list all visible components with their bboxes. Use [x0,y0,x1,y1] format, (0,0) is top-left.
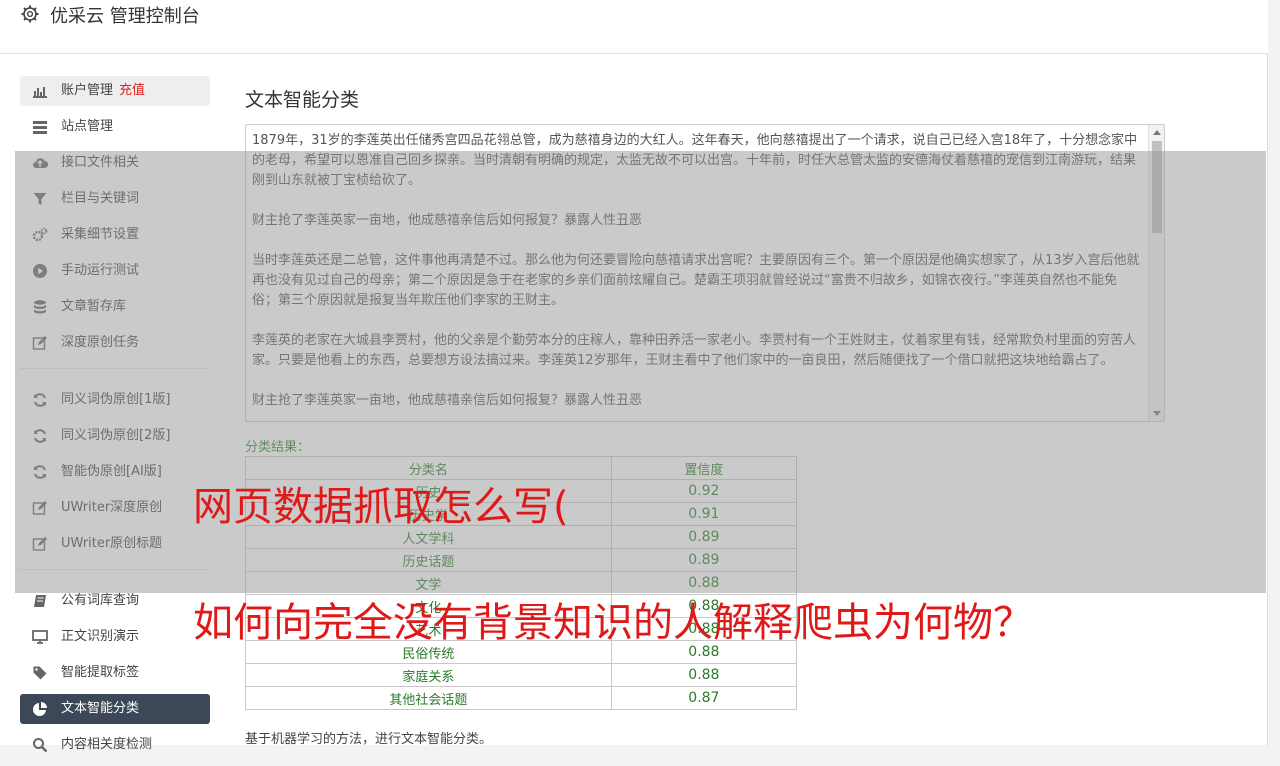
top-bar: 优采云 管理控制台 [0,0,1268,54]
pie-chart-icon [33,702,47,716]
sidebar-item-relevance-check[interactable]: 内容相关度检测 [20,730,210,760]
main-content: 文本智能分类 1879年，31岁的李莲英出任储秀宫四品花翎总管，成为慈禧身边的大… [245,80,1165,747]
sidebar-item-label: 账户管理 [61,83,114,98]
overlay-headline-1: 网页数据抓取怎么写( [193,484,569,530]
confidence-cell: 0.87 [610,686,798,710]
sidebar-item-label: 公有词库查询 [61,593,140,608]
sidebar-item-label: 正文识别演示 [61,629,140,644]
sidebar-item-label: 站点管理 [61,119,114,134]
sidebar-item-label: 文本智能分类 [61,701,140,716]
table-row: 其他社会话题 0.87 [245,686,798,710]
sidebar-item-sites[interactable]: 站点管理 [20,112,210,142]
recharge-link[interactable]: 充值 [119,83,145,98]
app-title: 优采云 管理控制台 [50,6,200,27]
confidence-cell: 0.88 [610,663,798,687]
method-note: 基于机器学习的方法，进行文本智能分类。 [245,732,493,747]
search-icon [33,738,48,753]
sidebar-item-extract-tags[interactable]: 智能提取标签 [20,658,210,688]
tag-icon [33,666,47,680]
scroll-up-arrow-icon[interactable] [1153,130,1161,135]
overlay-headline-2: 如何向完全没有背景知识的人解释爬虫为何物？ [193,600,1033,646]
server-icon [33,121,47,134]
table-row: 家庭关系 0.88 [245,663,798,687]
sidebar-item-text-classify[interactable]: 文本智能分类 [20,694,210,724]
gear-icon [21,5,39,23]
bar-chart-icon [33,87,47,98]
sidebar-item-label: 智能提取标签 [61,665,140,680]
page-title: 文本智能分类 [245,89,360,111]
monitor-icon [32,630,48,644]
category-cell: 家庭关系 [245,663,612,687]
sidebar-item-body-recognition[interactable]: 正文识别演示 [20,622,210,652]
sidebar-item-account[interactable]: 账户管理 充值 [20,76,210,106]
book-icon [34,595,46,607]
category-cell: 其他社会话题 [245,686,612,710]
window-edge [1269,0,1280,745]
